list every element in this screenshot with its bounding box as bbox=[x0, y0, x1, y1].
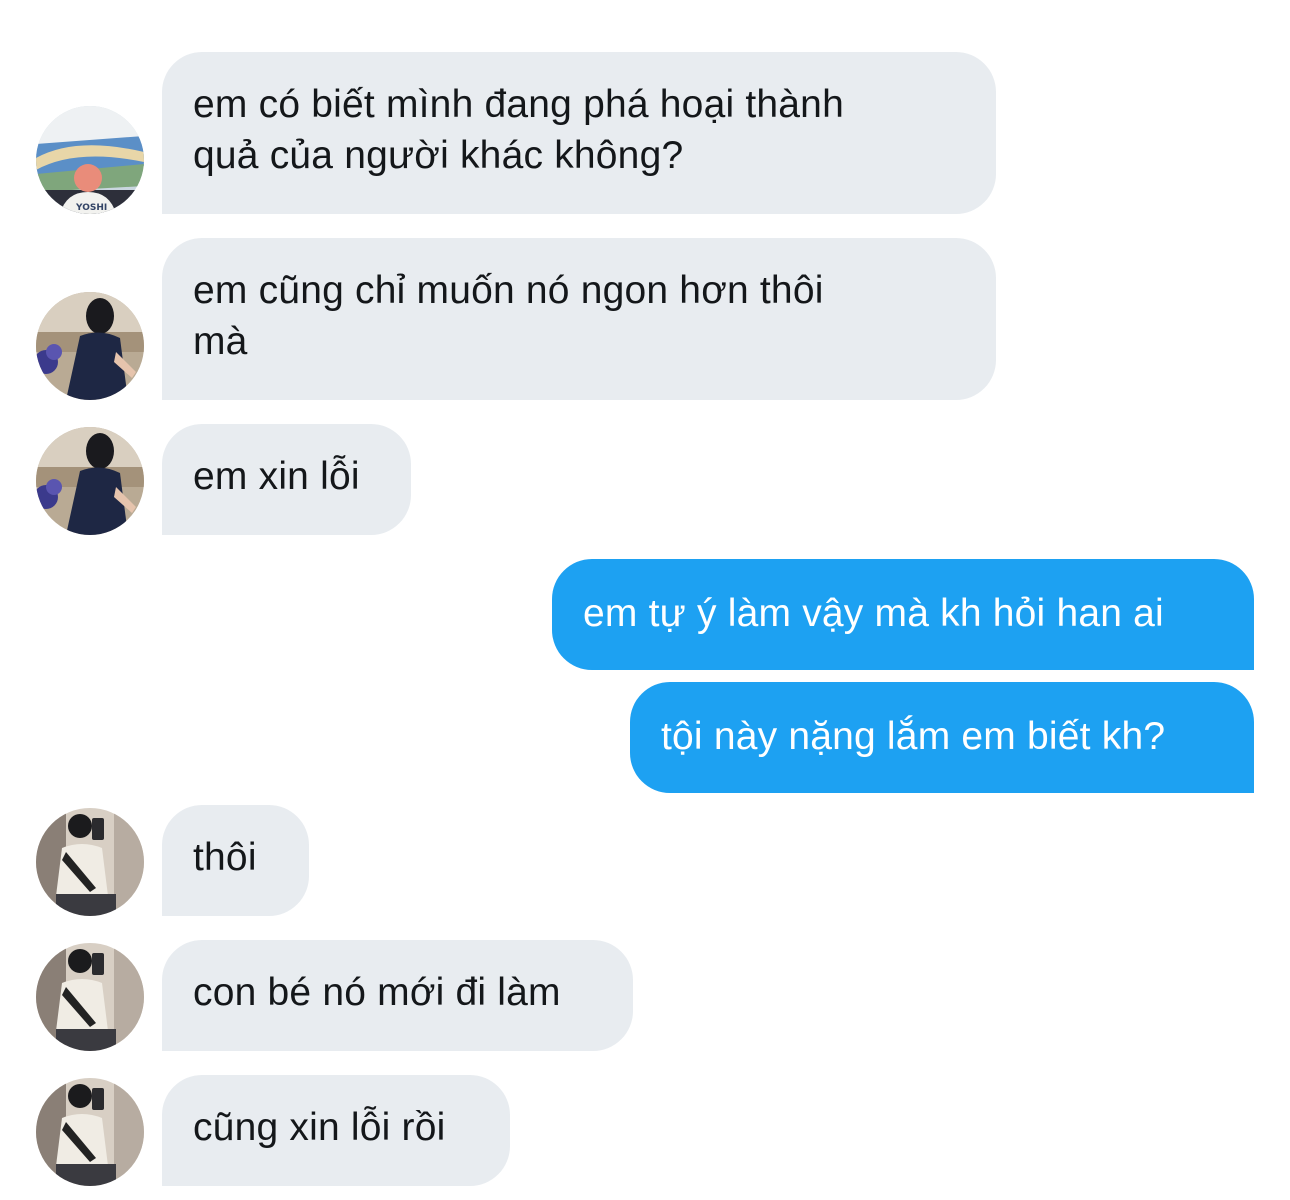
message-bubble[interactable]: thôi bbox=[162, 805, 309, 916]
avatar[interactable] bbox=[36, 943, 144, 1051]
avatar[interactable] bbox=[36, 1078, 144, 1186]
message-bubble[interactable]: cũng xin lỗi rồi bbox=[162, 1075, 510, 1186]
message-bubble[interactable]: con bé nó mới đi làm bbox=[162, 940, 633, 1051]
message-bubble[interactable]: em cũng chỉ muốn nó ngon hơn thôi mà bbox=[162, 238, 996, 400]
message-bubble[interactable]: em xin lỗi bbox=[162, 424, 411, 535]
message-bubble[interactable]: em tự ý làm vậy mà kh hỏi han ai bbox=[552, 559, 1254, 670]
svg-text:YOSHI: YOSHI bbox=[75, 203, 107, 213]
avatar[interactable] bbox=[36, 427, 144, 535]
avatar[interactable] bbox=[36, 808, 144, 916]
message-bubble[interactable]: em có biết mình đang phá hoại thành quả … bbox=[162, 52, 996, 214]
avatar[interactable] bbox=[36, 292, 144, 400]
dm-conversation: YOSHI em có biết mình đang phá hoại thàn… bbox=[0, 0, 1290, 1200]
avatar[interactable]: YOSHI bbox=[36, 106, 144, 214]
message-bubble[interactable]: tội này nặng lắm em biết kh? bbox=[630, 682, 1254, 793]
